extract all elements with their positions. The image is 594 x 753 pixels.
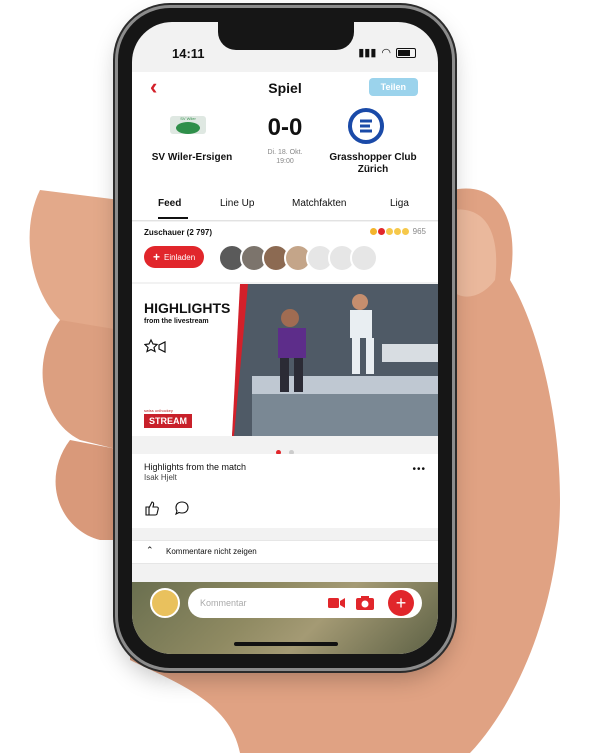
comments-toggle[interactable]: ⌃ Kommentare nicht zeigen xyxy=(132,540,438,564)
highlight-title: HIGHLIGHTS xyxy=(144,300,231,316)
viewers-section: Zuschauer (2 797) 965 + Einladen xyxy=(132,222,438,282)
highlight-photo xyxy=(232,284,438,436)
battery-icon xyxy=(396,47,416,58)
highlight-subtitle: from the livestream xyxy=(144,318,209,325)
post-actions xyxy=(144,500,190,516)
notch xyxy=(218,22,354,50)
score: 0-0 xyxy=(267,114,303,141)
tab-feed[interactable]: Feed xyxy=(158,198,181,209)
comment-placeholder: Kommentar xyxy=(200,598,247,608)
match-header: SV Wiler SV Wiler-Ersigen 0-0 Di. 18. Ok… xyxy=(132,102,438,190)
comments-toggle-label: Kommentare nicht zeigen xyxy=(166,547,257,556)
video-icon[interactable] xyxy=(328,596,346,610)
match-date-day: Di. 18. Okt. xyxy=(267,149,303,156)
post-author[interactable]: Isak Hjelt xyxy=(144,473,177,482)
like-icon[interactable] xyxy=(144,500,160,516)
avatar xyxy=(350,244,378,272)
reaction-count: 965 xyxy=(412,227,426,236)
viewers-count: Zuschauer (2 797) xyxy=(144,228,213,237)
match-date: Di. 18. Okt. 19:00 xyxy=(250,148,320,166)
smile-reaction-icon xyxy=(385,228,393,235)
comment-bar: Kommentar + xyxy=(150,588,422,618)
plus-icon: + xyxy=(153,250,161,264)
tab-bar: Feed Line Up Matchfakten Liga xyxy=(132,190,438,221)
top-nav: ‹ Spiel Teilen xyxy=(132,72,438,102)
reactions[interactable]: 965 xyxy=(369,227,426,236)
home-team-logo[interactable]: SV Wiler xyxy=(168,110,208,140)
stream-logo: STREAM xyxy=(144,414,192,428)
more-options-button[interactable]: ••• xyxy=(412,464,426,475)
home-indicator xyxy=(234,642,338,646)
laugh-reaction-icon xyxy=(393,228,401,235)
tab-liga[interactable]: Liga xyxy=(390,198,409,209)
app-screen: 14:11 ▮▮▮ ◠ ‹ Spiel Teilen SV Wiler SV W… xyxy=(132,22,438,654)
invite-button[interactable]: + Einladen xyxy=(144,246,205,268)
status-time: 14:11 xyxy=(172,46,205,61)
add-button[interactable]: + xyxy=(388,590,414,616)
status-icons: ▮▮▮ ◠ xyxy=(358,46,416,59)
heart-reaction-icon xyxy=(377,228,385,235)
wifi-icon: ◠ xyxy=(381,47,391,59)
video-star-icon xyxy=(144,338,166,353)
invite-label: Einladen xyxy=(164,252,196,262)
comment-input[interactable]: Kommentar + xyxy=(188,588,422,618)
post-title: Highlights from the match xyxy=(144,462,247,472)
signal-icon: ▮▮▮ xyxy=(358,47,377,59)
active-tab-indicator xyxy=(158,217,188,219)
tab-line-up[interactable]: Line Up xyxy=(220,198,254,209)
comment-icon[interactable] xyxy=(174,500,190,516)
phone-frame: 14:11 ▮▮▮ ◠ ‹ Spiel Teilen SV Wiler SV W… xyxy=(118,8,452,668)
away-team-name: Grasshopper Club Zürich xyxy=(329,152,417,175)
home-team-name: SV Wiler-Ersigen xyxy=(151,152,233,163)
tab-matchfakten[interactable]: Matchfakten xyxy=(292,198,346,209)
wow-reaction-icon xyxy=(401,228,409,235)
match-date-time: 19:00 xyxy=(276,158,294,165)
away-team-logo[interactable] xyxy=(348,108,384,144)
viewer-avatars[interactable] xyxy=(218,244,378,272)
highlight-card[interactable]: HIGHLIGHTS from the livestream swiss uni… xyxy=(132,284,438,436)
camera-icon[interactable] xyxy=(356,595,374,611)
chevron-up-icon: ⌃ xyxy=(146,545,154,555)
share-button[interactable]: Teilen xyxy=(368,78,418,96)
svg-text:SV Wiler: SV Wiler xyxy=(180,116,196,121)
post-item: Highlights from the match Isak Hjelt ••• xyxy=(132,454,438,528)
stream-brand-small: swiss unihockey xyxy=(144,408,173,413)
clap-reaction-icon xyxy=(369,228,377,235)
user-avatar[interactable] xyxy=(150,588,180,618)
